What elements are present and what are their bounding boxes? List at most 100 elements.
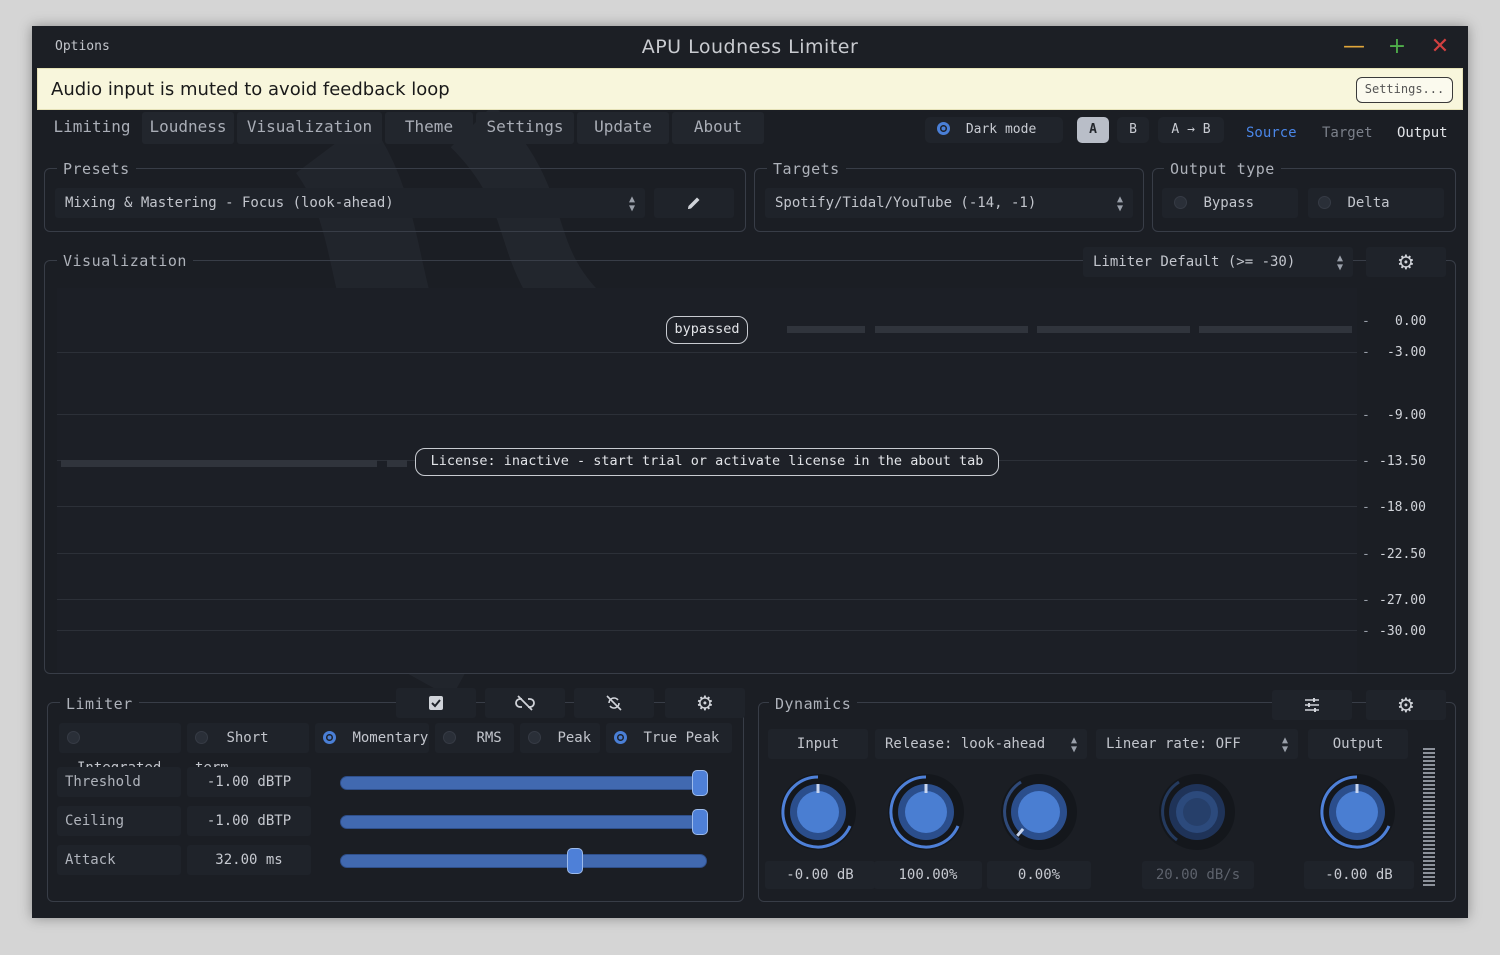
ceiling-slider-thumb[interactable] bbox=[691, 809, 708, 835]
tab-visualization[interactable]: Visualization bbox=[237, 112, 382, 144]
input-gain-knob[interactable] bbox=[778, 772, 858, 852]
release-select[interactable]: Release: look-ahead ▲ ▼ bbox=[875, 729, 1087, 759]
dark-mode-toggle[interactable]: Dark mode bbox=[925, 117, 1063, 143]
attack-value[interactable]: 32.00 ms bbox=[187, 845, 311, 875]
dynamics-tune-button[interactable] bbox=[1272, 690, 1352, 720]
linear-rate-value-display[interactable]: 20.00 dB/s bbox=[1142, 861, 1254, 889]
preset-a-button[interactable]: A bbox=[1077, 117, 1109, 143]
radio-on-icon bbox=[323, 731, 336, 744]
attack-slider-thumb[interactable] bbox=[566, 848, 583, 874]
visualization-preset-select[interactable]: Limiter Default (>= -30) ▲ ▼ bbox=[1083, 247, 1353, 277]
updown-icon: ▲ ▼ bbox=[1281, 735, 1288, 755]
input-gain-value[interactable]: -0.00 dB bbox=[765, 861, 875, 889]
mode-short-term[interactable]: Short term bbox=[187, 723, 309, 776]
output-type-label: Output type bbox=[1164, 160, 1281, 178]
close-button[interactable]: ✕ bbox=[1429, 36, 1451, 58]
dynamics-settings-button[interactable]: ⚙ bbox=[1366, 690, 1446, 720]
presets-select[interactable]: Mixing & Mastering - Focus (look-ahead) … bbox=[55, 188, 645, 218]
notice-message: Audio input is muted to avoid feedback l… bbox=[51, 79, 450, 100]
tab-about[interactable]: About bbox=[672, 112, 764, 144]
mix-value[interactable]: 0.00% bbox=[987, 861, 1091, 889]
target-toggle[interactable]: Target bbox=[1322, 125, 1373, 141]
edit-preset-button[interactable] bbox=[654, 188, 734, 218]
ceiling-label: Ceiling bbox=[57, 806, 181, 836]
mode-true-peak[interactable]: True Peak bbox=[606, 723, 732, 753]
y-tick-label: -30.00 bbox=[1379, 624, 1426, 639]
delta-label: Delta bbox=[1347, 195, 1390, 211]
output-gain-value[interactable]: -0.00 dB bbox=[1304, 861, 1414, 889]
y-tick-label: -27.00 bbox=[1379, 593, 1426, 608]
mix-knob[interactable] bbox=[999, 772, 1079, 852]
tab-update[interactable]: Update bbox=[577, 112, 669, 144]
limiter-label: Limiter bbox=[60, 695, 139, 713]
mode-rms[interactable]: RMS bbox=[435, 723, 514, 753]
mode-label: RMS bbox=[476, 730, 502, 746]
copy-a-to-b-button[interactable]: A → B bbox=[1158, 117, 1224, 143]
notice-settings-button[interactable]: Settings... bbox=[1356, 77, 1453, 103]
threshold-slider[interactable] bbox=[340, 776, 707, 790]
tab-limiting[interactable]: Limiting bbox=[42, 112, 142, 144]
attack-slider[interactable] bbox=[340, 854, 707, 868]
mode-label: True Peak bbox=[643, 730, 720, 746]
ceiling-slider[interactable] bbox=[340, 815, 707, 829]
visualization-graph bbox=[57, 288, 1357, 673]
minimize-button[interactable]: — bbox=[1343, 36, 1365, 58]
gridline bbox=[57, 553, 1357, 554]
release-knob[interactable] bbox=[886, 772, 966, 852]
mode-peak[interactable]: Peak bbox=[520, 723, 600, 753]
tab-settings[interactable]: Settings bbox=[476, 112, 574, 144]
radio-on-icon bbox=[614, 731, 627, 744]
bypassed-badge: bypassed bbox=[666, 316, 748, 344]
unlink-button[interactable] bbox=[485, 688, 565, 718]
threshold-slider-thumb[interactable] bbox=[691, 770, 708, 796]
knob-icon bbox=[780, 774, 856, 850]
tick-mark: - bbox=[1362, 454, 1370, 469]
mode-momentary[interactable]: Momentary bbox=[315, 723, 429, 753]
gear-icon: ⚙ bbox=[696, 691, 714, 715]
gear-icon: ⚙ bbox=[1397, 250, 1415, 274]
linear-rate-knob[interactable] bbox=[1157, 772, 1237, 852]
y-tick-label: -3.00 bbox=[1387, 345, 1427, 360]
maximize-button[interactable]: + bbox=[1386, 36, 1408, 58]
license-banner[interactable]: License: inactive - start trial or activ… bbox=[415, 448, 999, 476]
y-tick-label: -9.00 bbox=[1387, 408, 1427, 423]
source-toggle[interactable]: Source bbox=[1246, 125, 1297, 141]
gridline bbox=[57, 599, 1357, 600]
release-value-display[interactable]: 100.00% bbox=[874, 861, 982, 889]
limiter-enable-button[interactable] bbox=[396, 688, 476, 718]
output-level-meter bbox=[1423, 748, 1435, 888]
window-title: APU Loudness Limiter bbox=[641, 36, 859, 58]
targets-select[interactable]: Spotify/Tidal/YouTube (-14, -1) ▲ ▼ bbox=[765, 188, 1133, 218]
gridline bbox=[57, 630, 1357, 631]
knob-icon bbox=[1319, 774, 1395, 850]
limiter-settings-button[interactable]: ⚙ bbox=[665, 688, 745, 718]
attack-label: Attack bbox=[57, 845, 181, 875]
gridline bbox=[57, 414, 1357, 415]
level-bar bbox=[1037, 326, 1190, 333]
delta-radio[interactable]: Delta bbox=[1308, 188, 1444, 218]
output-toggle[interactable]: Output bbox=[1397, 125, 1448, 141]
presets-value: Mixing & Mastering - Focus (look-ahead) bbox=[65, 195, 394, 211]
input-label: Input bbox=[768, 729, 868, 759]
output-gain-knob[interactable] bbox=[1317, 772, 1397, 852]
radio-off-icon bbox=[67, 731, 80, 744]
linear-rate-select[interactable]: Linear rate: OFF ▲ ▼ bbox=[1096, 729, 1298, 759]
mode-integrated[interactable]: Integrated bbox=[59, 723, 181, 776]
gear-icon: ⚙ bbox=[1397, 693, 1415, 717]
visualization-label: Visualization bbox=[57, 252, 193, 270]
preset-b-button[interactable]: B bbox=[1117, 117, 1149, 143]
tick-mark: - bbox=[1362, 593, 1370, 608]
tab-bar: Limiting Loudness Visualization Theme Se… bbox=[32, 112, 1468, 146]
threshold-value[interactable]: -1.00 dBTP bbox=[187, 767, 311, 797]
updown-icon: ▲ ▼ bbox=[628, 194, 635, 214]
tick-mark: - bbox=[1362, 547, 1370, 562]
tab-loudness[interactable]: Loudness bbox=[142, 112, 234, 144]
tick-mark: - bbox=[1362, 345, 1370, 360]
knob-icon bbox=[888, 774, 964, 850]
sync-off-button[interactable] bbox=[574, 688, 654, 718]
notice-bar: Audio input is muted to avoid feedback l… bbox=[37, 68, 1463, 110]
visualization-settings-button[interactable]: ⚙ bbox=[1366, 247, 1446, 277]
tab-theme[interactable]: Theme bbox=[385, 112, 473, 144]
bypass-radio[interactable]: Bypass bbox=[1162, 188, 1298, 218]
ceiling-value[interactable]: -1.00 dBTP bbox=[187, 806, 311, 836]
